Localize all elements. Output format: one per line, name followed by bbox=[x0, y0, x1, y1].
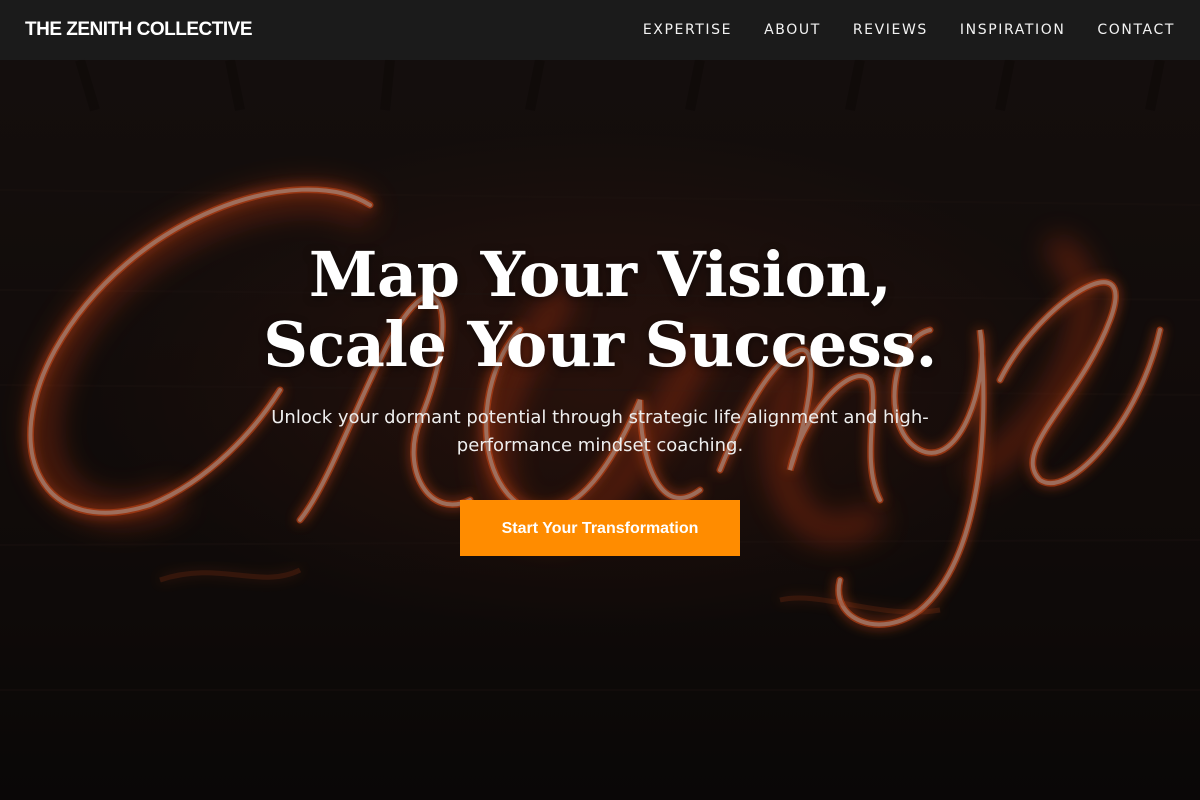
nav-link-contact[interactable]: CONTACT bbox=[1097, 22, 1175, 38]
hero-headline-line-2: Scale Your Success. bbox=[263, 308, 937, 381]
nav-link-expertise[interactable]: EXPERTISE bbox=[643, 22, 732, 38]
top-navbar: THE ZENITH COLLECTIVE EXPERTISE ABOUT RE… bbox=[0, 0, 1200, 60]
nav-link-inspiration[interactable]: INSPIRATION bbox=[960, 22, 1065, 38]
hero-section: Map Your Vision, Scale Your Success. Unl… bbox=[0, 240, 1200, 556]
hero-headline-line-1: Map Your Vision, bbox=[308, 238, 892, 311]
brand-logo-text[interactable]: THE ZENITH COLLECTIVE bbox=[25, 19, 253, 41]
hero-headline: Map Your Vision, Scale Your Success. bbox=[0, 240, 1200, 380]
start-transformation-button[interactable]: Start Your Transformation bbox=[460, 500, 740, 556]
hero-subtext: Unlock your dormant potential through st… bbox=[271, 407, 929, 456]
nav-links: EXPERTISE ABOUT REVIEWS INSPIRATION CONT… bbox=[611, 22, 1175, 38]
nav-link-about[interactable]: ABOUT bbox=[764, 22, 821, 38]
page: THE ZENITH COLLECTIVE EXPERTISE ABOUT RE… bbox=[0, 0, 1200, 800]
nav-link-reviews[interactable]: REVIEWS bbox=[853, 22, 928, 38]
